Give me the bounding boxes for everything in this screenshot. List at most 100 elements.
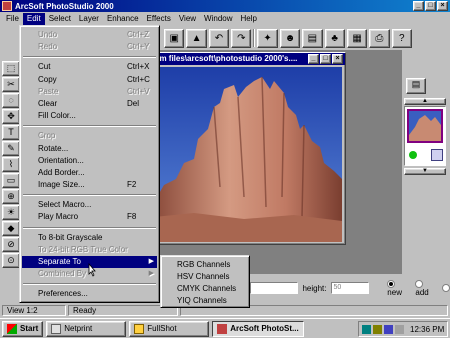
menu-item-select-macro[interactable]: Select Macro... — [22, 199, 157, 211]
view-zoom-status: View 1:2 — [2, 305, 66, 316]
menu-item-to-24-bit-rgb-true-color[interactable]: To 24-bit RGB True Color — [22, 244, 157, 256]
volume-tray-icon[interactable] — [395, 324, 404, 334]
smudge-tool-icon[interactable]: ☀ — [2, 205, 20, 220]
menu-help[interactable]: Help — [237, 13, 261, 25]
submenu-rgb-channels[interactable]: RGB Channels — [163, 259, 247, 271]
start-label: Start — [20, 323, 39, 333]
menu-item-paste[interactable]: Paste Ctrl+V — [22, 86, 157, 98]
menu-item-label: Cut — [38, 62, 51, 72]
close-button[interactable]: × — [437, 1, 448, 11]
minimize-button[interactable]: _ — [413, 1, 424, 11]
status-dot-icon — [409, 151, 417, 159]
submenu-cmyk-channels[interactable]: CMYK Channels — [163, 283, 247, 295]
clone-tool-icon[interactable]: ⊕ — [2, 189, 20, 204]
menu-enhance[interactable]: Enhance — [103, 13, 143, 25]
menu-item-copy[interactable]: Copy Ctrl+C — [22, 74, 157, 86]
menu-separator — [23, 226, 156, 229]
menu-layer[interactable]: Layer — [75, 13, 103, 25]
photo-canvas[interactable] — [154, 67, 342, 242]
select-tool-icon[interactable]: ⬚ — [2, 61, 20, 76]
task-netprint[interactable]: Netprint — [46, 320, 127, 337]
maximize-button[interactable]: □ — [425, 1, 436, 11]
image-maximize-button[interactable]: □ — [320, 54, 331, 64]
menu-item-label: Orientation... — [38, 155, 84, 165]
magic-wand-icon[interactable]: ✦ — [257, 28, 278, 48]
radio-add-dot[interactable] — [415, 279, 424, 288]
menu-view[interactable]: View — [175, 13, 200, 25]
layers-icon[interactable]: ▤ — [302, 28, 323, 48]
pencil-tool-icon[interactable]: ✎ — [2, 141, 20, 156]
redo-icon[interactable]: ↷ — [231, 28, 252, 48]
radio-new-label: new — [387, 288, 402, 297]
undo-icon[interactable]: ↶ — [208, 28, 230, 48]
monitor-tray-icon[interactable] — [384, 324, 393, 334]
menu-item-rotate[interactable]: Rotate... — [22, 143, 157, 155]
menu-item-add-border[interactable]: Add Border... — [22, 167, 157, 179]
menu-item-undo[interactable]: Undo Ctrl+Z — [22, 29, 157, 41]
printer-tray-icon[interactable] — [373, 324, 382, 334]
tool-icon[interactable]: ▲ — [186, 28, 207, 48]
menu-item-preferences[interactable]: Preferences... — [22, 288, 157, 300]
menu-item-crop[interactable]: Crop — [22, 130, 157, 142]
menu-item-shortcut: Ctrl+C — [127, 74, 150, 84]
menu-select[interactable]: Select — [45, 13, 75, 25]
scroll-down-icon[interactable]: ▼ — [404, 168, 446, 175]
radio-new-dot[interactable] — [387, 279, 396, 288]
window-title: ArcSoft PhotoStudio 2000 — [15, 1, 114, 11]
submenu-yiq-channels[interactable]: YIQ Channels — [163, 295, 247, 307]
zoom-tool-icon[interactable]: ⊙ — [2, 253, 20, 268]
menu-item-orientation[interactable]: Orientation... — [22, 155, 157, 167]
image-minimize-button[interactable]: _ — [308, 54, 319, 64]
radio-third-dot[interactable] — [442, 284, 450, 292]
crop-tool-icon[interactable]: ✂ — [2, 77, 20, 92]
menu-item-to-8-bit-grayscale[interactable]: To 8-bit Grayscale — [22, 232, 157, 244]
help-icon[interactable]: ? — [391, 28, 412, 48]
image-window[interactable]: am files\arcsoft\photostudio 2000's.... … — [150, 52, 346, 245]
lasso-tool-icon[interactable]: ◌ — [2, 93, 20, 108]
eraser-tool-icon[interactable]: ▭ — [2, 173, 20, 188]
layer-icon[interactable] — [431, 149, 443, 161]
network-tray-icon[interactable] — [362, 324, 371, 334]
menu-file[interactable]: File — [2, 13, 23, 25]
task-arcsoft[interactable]: ArcSoft PhotoSt... — [212, 320, 305, 337]
menu-window[interactable]: Window — [200, 13, 236, 25]
menu-separator — [23, 194, 156, 197]
menu-item-image-size[interactable]: Image Size... F2 — [22, 179, 157, 191]
menu-effects[interactable]: Effects — [143, 13, 175, 25]
menu-item-clear[interactable]: Clear Del — [22, 98, 157, 110]
menu-item-shortcut: Ctrl+V — [127, 86, 150, 96]
menu-item-play-macro[interactable]: Play Macro F8 — [22, 211, 157, 223]
text-tool-icon[interactable]: T — [2, 125, 20, 140]
start-button[interactable]: Start — [2, 320, 44, 337]
menu-item-fill-color[interactable]: Fill Color... — [22, 110, 157, 122]
print-icon[interactable]: ⎙ — [369, 28, 390, 48]
people-icon[interactable]: ☻ — [279, 28, 301, 48]
fill-tool-icon[interactable]: ◆ — [2, 221, 20, 236]
fullshot-icon — [134, 323, 145, 334]
brush-tool-icon[interactable]: ⌇ — [2, 157, 20, 172]
palette-tab-icon[interactable]: ▤ — [406, 78, 426, 94]
app-icon — [2, 1, 12, 11]
task-arcsoft-label: ArcSoft PhotoSt... — [230, 323, 299, 333]
width-field[interactable] — [250, 282, 299, 294]
move-tool-icon[interactable]: ✥ — [2, 109, 20, 124]
radio-new[interactable]: new — [387, 279, 411, 297]
film-icon[interactable]: ▦ — [346, 28, 368, 48]
scroll-up-icon[interactable]: ▲ — [404, 98, 446, 105]
image-close-button[interactable]: × — [332, 54, 343, 64]
height-field[interactable]: 50 — [330, 282, 370, 294]
menu-edit[interactable]: Edit — [22, 12, 45, 25]
menu-item-redo[interactable]: Redo Ctrl+Y — [22, 41, 157, 53]
submenu-hsv-channels[interactable]: HSV Channels — [163, 271, 247, 283]
eyedropper-tool-icon[interactable]: ⊘ — [2, 237, 20, 252]
thumbnail-selected[interactable] — [407, 109, 443, 143]
clock[interactable]: 12:36 PM — [410, 325, 444, 334]
task-fullshot[interactable]: FullShot — [129, 320, 210, 337]
radio-add[interactable]: add — [415, 279, 438, 297]
menu-item-cut[interactable]: Cut Ctrl+X — [22, 61, 157, 73]
menu-item-shortcut: F8 — [127, 212, 137, 222]
new-window-icon[interactable]: ▣ — [164, 28, 185, 48]
menu-separator — [23, 125, 156, 128]
task-fullshot-label: FullShot — [147, 323, 177, 333]
palm-tree-icon[interactable]: ♣ — [324, 28, 345, 48]
